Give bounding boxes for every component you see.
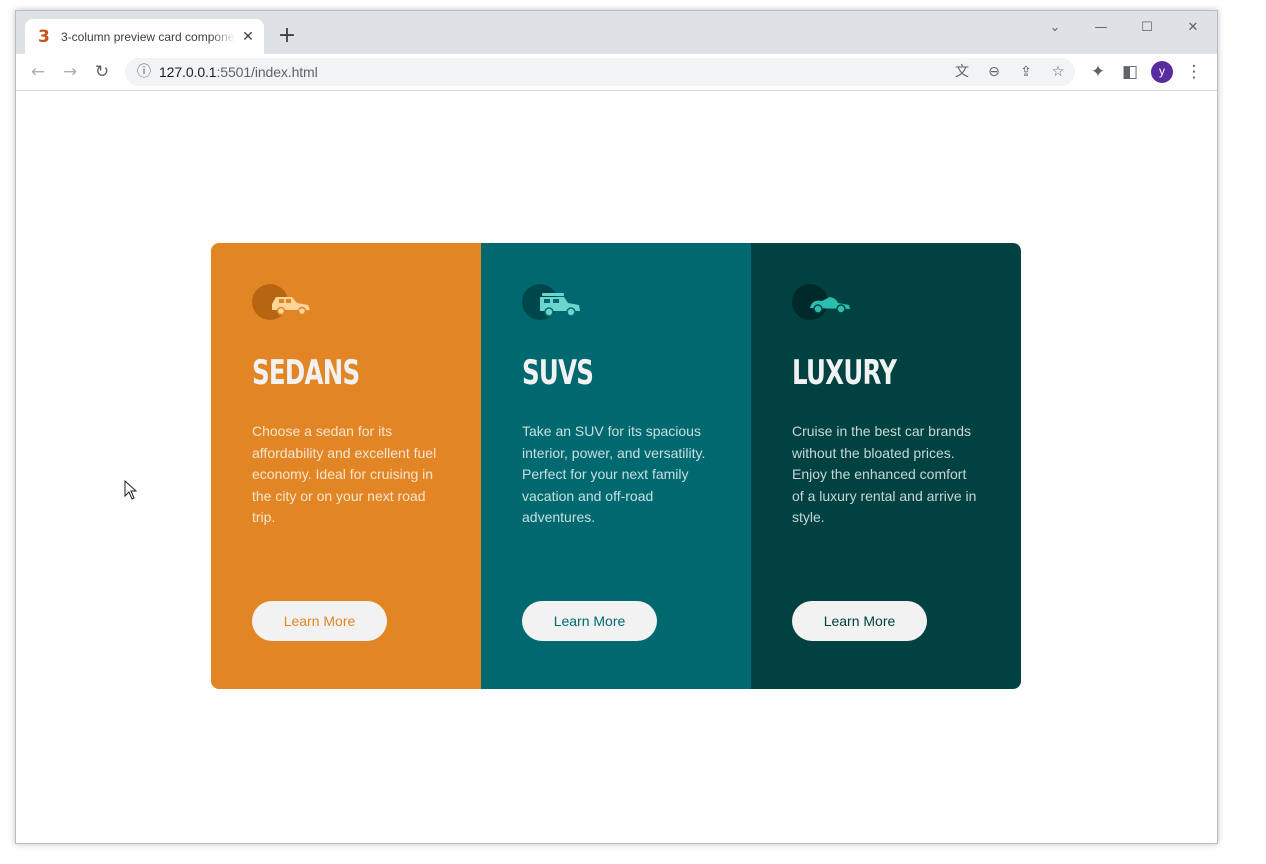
browser-window: 3 3-column preview card component ✕ + ⌄ … <box>15 10 1218 844</box>
luxury-car-icon <box>792 284 850 320</box>
suv-car-icon <box>522 284 580 320</box>
back-icon[interactable]: ← <box>26 60 50 84</box>
browser-tab[interactable]: 3 3-column preview card component ✕ <box>25 19 264 54</box>
mouse-pointer-icon <box>124 480 138 500</box>
card-description: Choose a sedan for its affordability and… <box>252 423 437 525</box>
extensions-puzzle-icon[interactable]: ✦ <box>1086 60 1110 84</box>
card-title: Luxury <box>792 353 897 393</box>
close-window-button[interactable]: ✕ <box>1179 17 1207 39</box>
minimize-button[interactable]: — <box>1087 17 1115 39</box>
close-tab-icon[interactable]: ✕ <box>240 29 256 45</box>
sedan-car-icon <box>252 284 310 320</box>
card-sedans: Sedans Choose a sedan for its affordabil… <box>211 243 481 689</box>
learn-more-button[interactable]: Learn More <box>252 601 387 641</box>
preview-card-component: Sedans Choose a sedan for its affordabil… <box>211 243 1021 689</box>
card-description: Take an SUV for its spacious interior, p… <box>522 423 706 525</box>
tab-title: 3-column preview card component <box>61 29 236 44</box>
toolbar: ← → ↻ ⓘ 127.0.0.1:5501/index.html 文 ⊖ ⇪ … <box>16 54 1217 91</box>
card-suvs: SUVs Take an SUV for its spacious interi… <box>481 243 751 689</box>
forward-icon[interactable]: → <box>58 60 82 84</box>
address-bar[interactable]: ⓘ 127.0.0.1:5501/index.html 文 ⊖ ⇪ ☆ <box>125 58 1075 86</box>
bookmark-star-icon[interactable]: ☆ <box>1047 61 1069 83</box>
site-info-icon[interactable]: ⓘ <box>135 63 153 81</box>
side-panel-icon[interactable]: ◧ <box>1118 60 1142 84</box>
reload-icon[interactable]: ↻ <box>90 60 114 84</box>
learn-more-button[interactable]: Learn More <box>522 601 657 641</box>
tab-strip: 3 3-column preview card component ✕ + ⌄ … <box>16 11 1217 54</box>
favicon-icon: 3 <box>38 26 50 47</box>
card-title: SUVs <box>522 353 594 393</box>
profile-avatar[interactable]: y <box>1151 61 1173 83</box>
tab-search-icon[interactable]: ⌄ <box>1041 17 1069 39</box>
kebab-menu-icon[interactable]: ⋮ <box>1182 60 1206 84</box>
page-viewport: Sedans Choose a sedan for its affordabil… <box>16 91 1217 843</box>
card-description: Cruise in the best car brands without th… <box>792 423 977 525</box>
share-icon[interactable]: ⇪ <box>1015 61 1037 83</box>
card-title: Sedans <box>252 353 360 393</box>
card-luxury: Luxury Cruise in the best car brands wit… <box>751 243 1021 689</box>
new-tab-button[interactable]: + <box>276 25 298 47</box>
learn-more-button[interactable]: Learn More <box>792 601 927 641</box>
maximize-button[interactable]: ☐ <box>1133 17 1161 39</box>
url-text[interactable]: 127.0.0.1:5501/index.html <box>159 64 318 80</box>
translate-icon[interactable]: 文 <box>951 61 973 83</box>
zoom-out-icon[interactable]: ⊖ <box>983 61 1005 83</box>
